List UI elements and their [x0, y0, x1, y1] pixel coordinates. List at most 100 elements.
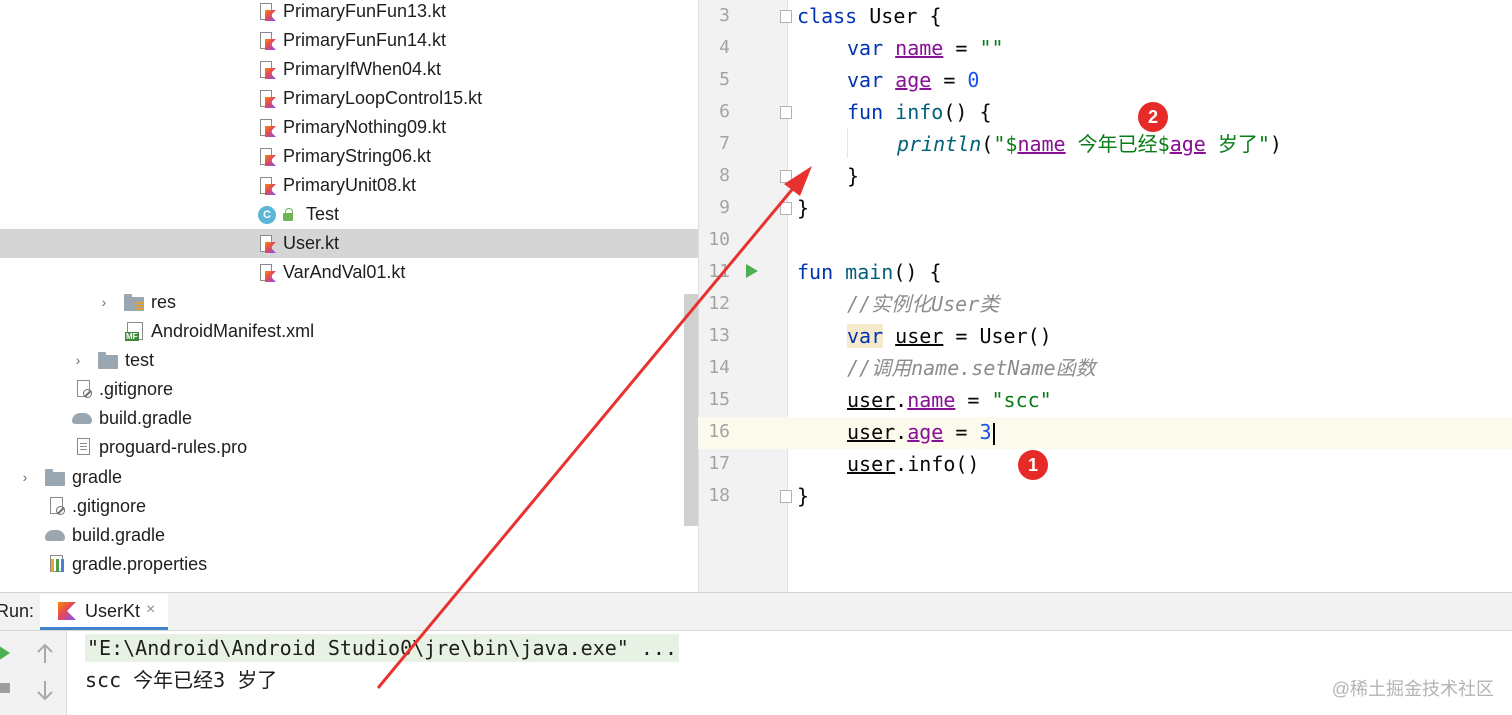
chevron-right-icon[interactable]: › [19, 469, 31, 485]
annotation-badge-1: 1 [1018, 450, 1048, 480]
tree-item-primarynothing09[interactable]: PrimaryNothing09.kt [0, 113, 698, 142]
tree-item-label: gradle [72, 467, 123, 487]
line-number: 10 [708, 229, 730, 250]
kotlin-file-icon [258, 32, 276, 50]
gradle-icon [45, 526, 67, 544]
tree-item-primaryloopcontrol15[interactable]: PrimaryLoopControl15.kt [0, 84, 698, 113]
ignored-file-icon [74, 380, 92, 398]
tree-item-gradle-properties[interactable]: gradle.properties [0, 550, 698, 579]
code-line-13: var user = User() [847, 320, 1052, 352]
code-line-17: user.info() [847, 448, 979, 480]
chevron-right-icon[interactable]: › [98, 294, 110, 310]
kotlin-file-icon [258, 90, 276, 108]
kotlin-run-icon [58, 602, 76, 620]
variable: user [847, 420, 896, 444]
string-literal: 岁了" [1205, 132, 1270, 156]
line-number: 18 [708, 485, 730, 506]
line-number: 11 [708, 261, 730, 282]
line-number: 16 [708, 421, 730, 442]
fold-marker-icon[interactable] [780, 10, 792, 23]
keyword: var [847, 68, 884, 92]
kotlin-file-icon [258, 148, 276, 166]
string-literal: "scc" [991, 388, 1052, 412]
tree-item-user-kt[interactable]: User.kt [0, 229, 698, 258]
tree-item-gitignore-app[interactable]: .gitignore [0, 375, 698, 404]
rerun-icon[interactable] [0, 645, 12, 661]
arrow-down-icon[interactable] [36, 679, 54, 701]
tree-item-test-folder[interactable]: › test [0, 346, 698, 375]
gradle-icon [72, 409, 94, 427]
indent-guide [847, 128, 848, 158]
folder-icon [98, 352, 120, 370]
tree-item-label: PrimaryNothing09.kt [283, 117, 447, 137]
tree-item-varandval01[interactable]: VarAndVal01.kt [0, 258, 698, 287]
watermark: @稀土掘金技术社区 [1331, 679, 1494, 699]
code-line-18: } [797, 480, 809, 512]
tree-item-label: proguard-rules.pro [99, 437, 248, 457]
tree-scrollbar[interactable] [684, 294, 698, 526]
code-text: = [943, 420, 980, 444]
function-name: info [895, 100, 944, 124]
tree-item-build-gradle-root[interactable]: build.gradle [0, 521, 698, 550]
variable: user [895, 324, 944, 348]
number-literal: 3 [979, 420, 992, 444]
tree-item-androidmanifest[interactable]: MF AndroidManifest.xml [0, 317, 698, 346]
tree-item-gradle-folder[interactable]: › gradle [0, 463, 698, 492]
fold-marker-icon[interactable] [780, 490, 792, 503]
code-line-15: user.name = "scc" [847, 384, 1052, 416]
line-number: 5 [719, 69, 730, 90]
tree-item-proguard-rules[interactable]: proguard-rules.pro [0, 433, 698, 462]
close-icon[interactable]: × [146, 601, 155, 619]
tree-item-res[interactable]: › res [0, 288, 698, 317]
code-text: .info() [895, 452, 980, 476]
console-output-line: scc 今年已经3 岁了 [85, 668, 278, 692]
tree-item-primaryfunfun14[interactable]: PrimaryFunFun14.kt [0, 26, 698, 55]
code-line-7: println("$name 今年已经$age 岁了") [897, 128, 1282, 160]
stop-icon[interactable] [0, 683, 10, 693]
tree-item-gitignore-root[interactable]: .gitignore [0, 492, 698, 521]
code-line-3: class User { [797, 0, 942, 32]
line-number: 7 [719, 133, 730, 154]
text-file-icon [74, 438, 92, 456]
code-line-12: //实例化User类 [847, 288, 999, 320]
code-text: ( [981, 132, 994, 156]
tree-item-label: PrimaryUnit08.kt [283, 175, 417, 195]
line-number: 17 [708, 453, 730, 474]
chevron-right-icon[interactable]: › [72, 352, 84, 368]
number-literal: 0 [967, 68, 980, 92]
run-panel-header [0, 592, 1512, 631]
arrow-up-icon[interactable] [36, 643, 54, 665]
tree-item-primaryifwhen04[interactable]: PrimaryIfWhen04.kt [0, 55, 698, 84]
tree-item-primarystring06[interactable]: PrimaryString06.kt [0, 142, 698, 171]
manifest-icon: MF [125, 322, 143, 341]
fold-marker-icon[interactable] [780, 106, 792, 119]
code-text: } [797, 484, 810, 508]
tree-item-primaryfunfun13[interactable]: PrimaryFunFun13.kt [0, 0, 698, 26]
fold-marker-icon[interactable] [780, 170, 792, 183]
run-tab-label: UserKt [85, 601, 141, 621]
fold-marker-icon[interactable] [780, 202, 792, 215]
tree-item-label: PrimaryFunFun14.kt [283, 30, 447, 50]
class-icon: C [258, 206, 298, 224]
text-caret [992, 422, 995, 445]
code-line-9: } [797, 192, 809, 224]
tree-item-primaryunit08[interactable]: PrimaryUnit08.kt [0, 171, 698, 200]
tree-item-label: .gitignore [72, 496, 147, 516]
current-line-highlight [698, 417, 1512, 449]
code-line-11: fun main() { [797, 256, 942, 288]
code-text: . [895, 420, 908, 444]
keyword: var [847, 324, 884, 348]
run-gutter-icon[interactable] [746, 264, 758, 278]
code-text: = [943, 36, 980, 60]
tree-item-label: PrimaryString06.kt [283, 146, 432, 166]
tree-item-test-class[interactable]: C Test [0, 200, 698, 229]
code-line-4: var name = "" [847, 32, 1004, 64]
function-name: main [845, 260, 894, 284]
property: age [1169, 132, 1206, 156]
tree-item-label: res [151, 292, 177, 312]
annotation-badge-2: 2 [1138, 102, 1168, 132]
code-text: () { [943, 100, 992, 124]
tree-item-build-gradle-app[interactable]: build.gradle [0, 404, 698, 433]
property: name [907, 388, 956, 412]
tree-item-label: .gitignore [99, 379, 174, 399]
